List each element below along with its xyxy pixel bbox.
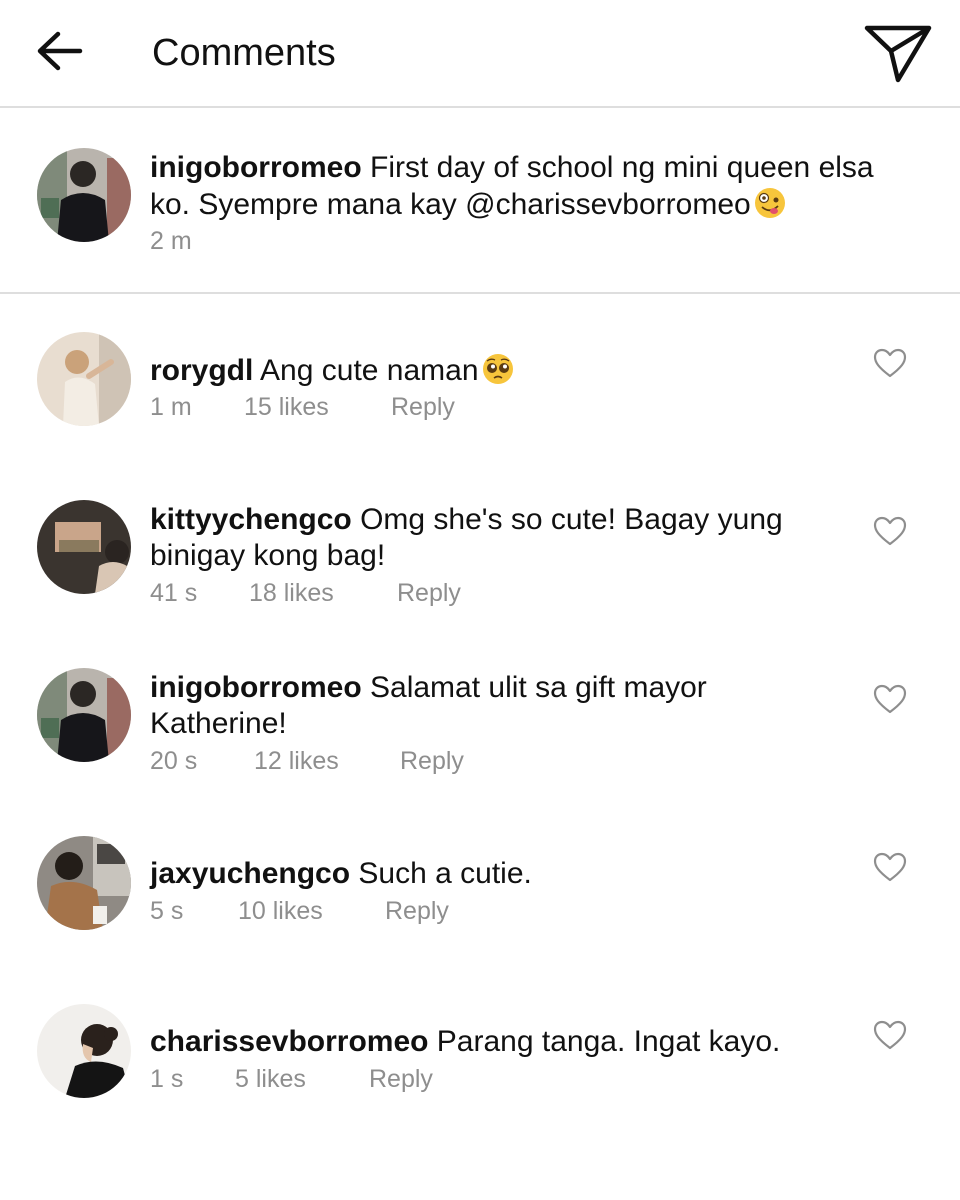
comment-body: Such a cutie. xyxy=(358,857,532,890)
comment-time: 1 s xyxy=(150,1065,184,1093)
comment-username[interactable]: inigoborromeo xyxy=(150,671,362,704)
caption-line2: ko. Syempre mana kay xyxy=(150,188,466,221)
comment-text: rorygdl Ang cute naman xyxy=(150,352,515,389)
heart-icon[interactable] xyxy=(872,515,908,547)
avatar[interactable] xyxy=(37,836,131,930)
caption-text: inigoborromeo First day of school ng min… xyxy=(150,150,874,223)
heart-icon[interactable] xyxy=(872,347,908,379)
header-bar: Comments xyxy=(0,0,960,108)
comment-body: Omg she's so cute! Bagay yung xyxy=(360,503,783,536)
comment-text: jaxyuchengco Such a cutie. xyxy=(150,856,532,892)
avatar[interactable] xyxy=(37,332,131,426)
pleading-face-emoji xyxy=(482,354,513,384)
heart-icon[interactable] xyxy=(872,851,908,883)
comment-likes[interactable]: 5 likes xyxy=(235,1064,369,1094)
reply-button[interactable]: Reply xyxy=(391,392,455,422)
comment-meta: 20 s 12 likes Reply xyxy=(150,746,464,776)
comment-username[interactable]: rorygdl xyxy=(150,354,253,387)
comment-time: 41 s xyxy=(150,579,198,607)
heart-icon[interactable] xyxy=(872,1019,908,1051)
caption-username[interactable]: inigoborromeo xyxy=(150,151,362,184)
comment-time: 20 s xyxy=(150,747,198,775)
comment-body: Parang tanga. Ingat kayo. xyxy=(436,1025,781,1058)
comment-text: inigoborromeo Salamat ulit sa gift mayor… xyxy=(150,670,707,742)
comment-meta: 5 s 10 likes Reply xyxy=(150,896,449,926)
zany-face-emoji xyxy=(754,188,785,218)
caption-line1: First day of school ng mini queen elsa xyxy=(370,151,874,184)
comment-time: 1 m xyxy=(150,393,192,421)
comment-meta: 41 s 18 likes Reply xyxy=(150,578,461,608)
page-title: Comments xyxy=(152,32,336,74)
comment-time: 5 s xyxy=(150,897,184,925)
comment-username[interactable]: charissevborromeo xyxy=(150,1025,428,1058)
back-button[interactable] xyxy=(34,26,86,76)
avatar[interactable] xyxy=(37,1004,131,1098)
comment-likes[interactable]: 12 likes xyxy=(254,746,400,776)
comment-body-line2: Katherine! xyxy=(150,707,287,740)
comment-text: charissevborromeo Parang tanga. Ingat ka… xyxy=(150,1024,780,1060)
comment-text: kittyychengco Omg she's so cute! Bagay y… xyxy=(150,502,783,574)
comment-username[interactable]: jaxyuchengco xyxy=(150,857,350,890)
reply-button[interactable]: Reply xyxy=(369,1064,433,1094)
comment-body: Salamat ulit sa gift mayor xyxy=(370,671,707,704)
reply-button[interactable]: Reply xyxy=(397,578,461,608)
comment-meta: 1 m 15 likes Reply xyxy=(150,392,455,422)
comment-likes[interactable]: 10 likes xyxy=(238,896,385,926)
comment-username[interactable]: kittyychengco xyxy=(150,503,352,536)
caption-meta: 2 m xyxy=(150,226,192,256)
arrow-left-icon xyxy=(37,31,83,71)
heart-icon[interactable] xyxy=(872,683,908,715)
avatar[interactable] xyxy=(37,500,131,594)
avatar[interactable] xyxy=(37,668,131,762)
comment-meta: 1 s 5 likes Reply xyxy=(150,1064,433,1094)
comment-likes[interactable]: 15 likes xyxy=(244,392,391,422)
comment-likes[interactable]: 18 likes xyxy=(249,578,397,608)
reply-button[interactable]: Reply xyxy=(385,896,449,926)
comment-body: Ang cute naman xyxy=(260,354,479,387)
caption-time: 2 m xyxy=(150,227,192,255)
post-caption: inigoborromeo First day of school ng min… xyxy=(0,110,960,294)
share-button[interactable] xyxy=(862,22,934,86)
paper-plane-icon xyxy=(864,25,932,83)
avatar[interactable] xyxy=(37,148,131,242)
comment-body-line2: binigay kong bag! xyxy=(150,539,386,572)
reply-button[interactable]: Reply xyxy=(400,746,464,776)
caption-mention[interactable]: @charissevborromeo xyxy=(465,188,751,221)
